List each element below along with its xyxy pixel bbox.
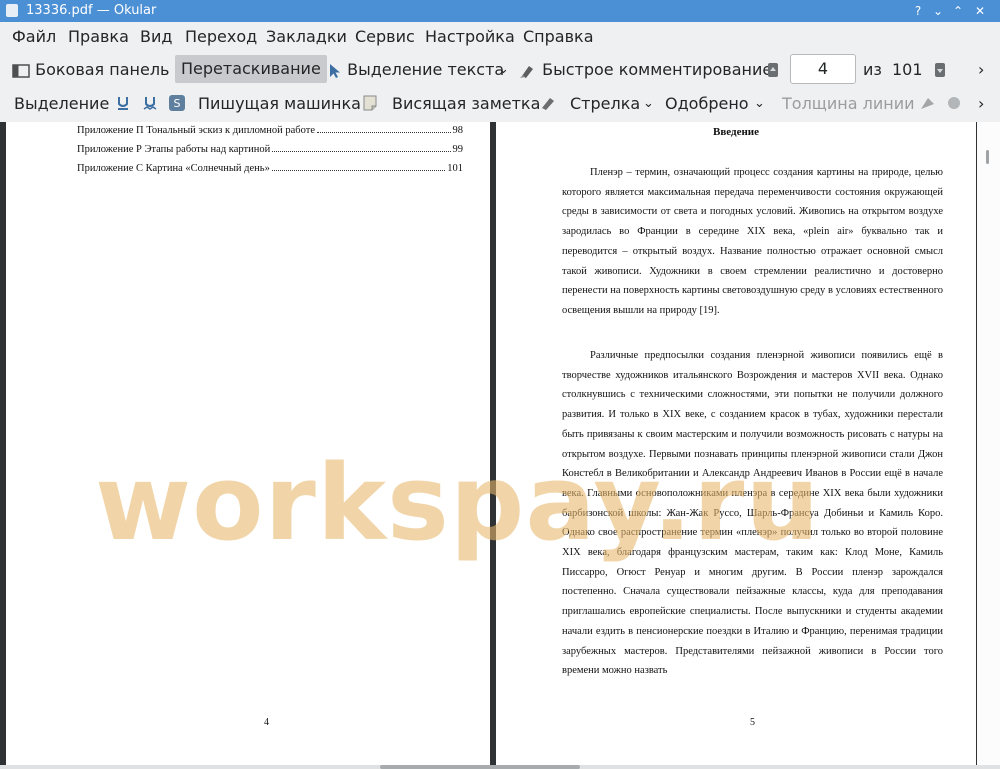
underline-icon[interactable] bbox=[116, 95, 130, 115]
line-width-button: Толщина линии bbox=[782, 94, 915, 113]
okular-app-icon bbox=[6, 4, 18, 17]
text-select-button[interactable]: Выделение текста bbox=[328, 58, 504, 82]
color-icon bbox=[919, 95, 937, 115]
of-label: из bbox=[863, 60, 882, 79]
toc-entry-page: 98 bbox=[452, 125, 464, 136]
page-number: 5 bbox=[750, 717, 755, 728]
squiggly-underline-icon[interactable] bbox=[143, 95, 157, 115]
arrow-tool-button[interactable]: Стрелка bbox=[570, 92, 640, 116]
menu-bar: Файл Правка Вид Переход Закладки Сервис … bbox=[0, 22, 1000, 52]
opacity-icon bbox=[946, 95, 962, 115]
text-select-dropdown-chevron-icon[interactable]: ⌄ bbox=[498, 58, 509, 82]
menu-settings[interactable]: Настройка bbox=[425, 27, 515, 46]
toc-entry-title: Приложение П Тональный эскиз к дипломной… bbox=[77, 125, 316, 136]
maximize-button[interactable]: ⌃ bbox=[950, 3, 966, 19]
page-number-input[interactable]: 4 bbox=[790, 54, 856, 84]
annotation-toolbar: Выделение S Пишущая машинка Висящая заме… bbox=[0, 86, 1000, 120]
window-title: 13336.pdf — Okular bbox=[26, 3, 157, 18]
selection-button[interactable]: Выделение bbox=[14, 92, 109, 116]
next-page-icon[interactable] bbox=[934, 62, 946, 82]
menu-bookmarks[interactable]: Закладки bbox=[266, 27, 347, 46]
toc-entry[interactable]: Приложение С Картина «Солнечный день» 101 bbox=[77, 163, 463, 174]
sidebar-label: Боковая панель bbox=[35, 60, 170, 79]
help-button[interactable]: ? bbox=[910, 3, 926, 19]
sidebar-icon bbox=[12, 63, 30, 78]
section-heading: Введение bbox=[712, 126, 760, 138]
quick-comment-label: Быстрое комментирование bbox=[542, 60, 773, 79]
previous-page-icon[interactable] bbox=[767, 62, 779, 82]
quick-comment-button[interactable]: Быстрое комментирование bbox=[519, 58, 772, 82]
page-total: 101 bbox=[892, 60, 923, 79]
arrow-dropdown-chevron-icon[interactable]: ⌄ bbox=[643, 92, 654, 116]
vertical-scroll-thumb[interactable] bbox=[986, 150, 989, 164]
stamp-approved-button[interactable]: Одобрено bbox=[665, 92, 749, 116]
title-bar: 13336.pdf — Okular ? ⌄ ⌃ ✕ bbox=[0, 0, 1000, 22]
menu-tools[interactable]: Сервис bbox=[355, 27, 415, 46]
hanging-note-button[interactable]: Висящая заметка bbox=[392, 92, 540, 116]
minimize-button[interactable]: ⌄ bbox=[930, 3, 946, 19]
toc-entry[interactable]: Приложение Р Этапы работы над картиной 99 bbox=[77, 144, 463, 155]
drag-mode-button[interactable]: Перетаскивание bbox=[175, 55, 327, 83]
horizontal-scroll-thumb[interactable] bbox=[380, 765, 580, 769]
menu-edit[interactable]: Правка bbox=[68, 27, 129, 46]
strikeout-icon[interactable]: S bbox=[168, 94, 186, 116]
menu-help[interactable]: Справка bbox=[523, 27, 594, 46]
toolbar-overflow-chevron-icon[interactable]: › bbox=[978, 58, 984, 82]
annotation-overflow-chevron-icon[interactable]: › bbox=[978, 92, 984, 116]
svg-text:S: S bbox=[174, 97, 181, 110]
sidebar-button[interactable]: Боковая панель bbox=[12, 58, 169, 82]
watermark: workspay.ru bbox=[95, 442, 821, 564]
document-viewer[interactable]: Приложение П Тональный эскиз к дипломной… bbox=[0, 122, 1000, 765]
menu-go[interactable]: Переход bbox=[185, 27, 257, 46]
typewriter-button[interactable]: Пишущая машинка bbox=[198, 92, 361, 116]
stamp-dropdown-chevron-icon[interactable]: ⌄ bbox=[754, 92, 765, 116]
page-number: 4 bbox=[264, 717, 269, 728]
pen-icon[interactable] bbox=[539, 95, 557, 115]
highlighter-icon bbox=[520, 65, 533, 78]
note-icon[interactable] bbox=[362, 95, 378, 115]
menu-file[interactable]: Файл bbox=[12, 27, 56, 46]
toc-entry-title: Приложение Р Этапы работы над картиной bbox=[77, 144, 271, 155]
vertical-scrollbar[interactable] bbox=[977, 122, 1000, 765]
toc-entry[interactable]: Приложение П Тональный эскиз к дипломной… bbox=[77, 125, 463, 136]
text-select-label: Выделение текста bbox=[347, 60, 505, 79]
close-button[interactable]: ✕ bbox=[972, 3, 988, 19]
horizontal-scrollbar[interactable] bbox=[0, 765, 1000, 769]
paragraph: Пленэр – термин, означающий процесс созд… bbox=[562, 167, 943, 316]
menu-view[interactable]: Вид bbox=[140, 27, 172, 46]
toc-entry-page: 99 bbox=[452, 144, 464, 155]
cursor-icon bbox=[330, 63, 340, 78]
toc-entry-page: 101 bbox=[447, 163, 463, 174]
toc-entry-title: Приложение С Картина «Солнечный день» bbox=[77, 163, 270, 174]
